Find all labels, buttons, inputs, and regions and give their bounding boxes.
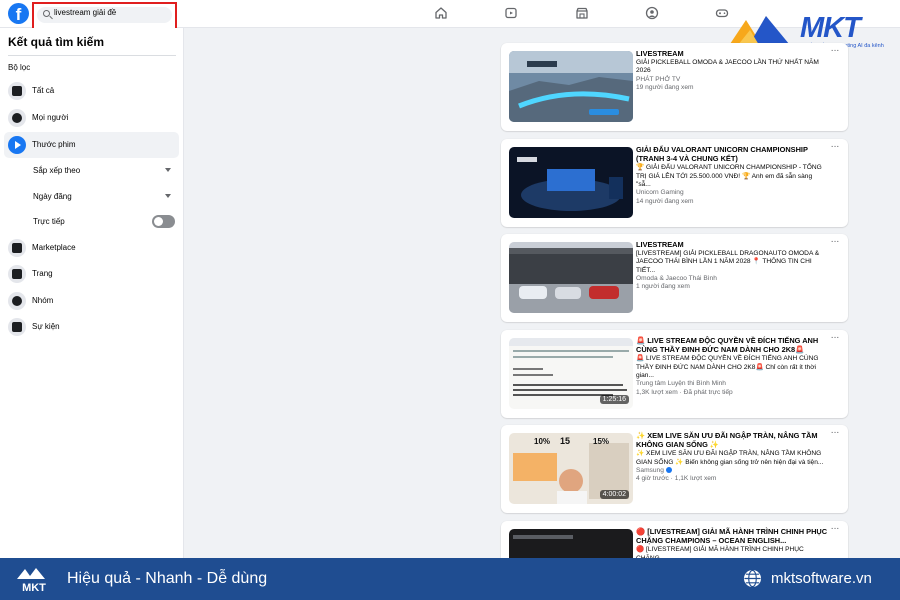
sidebar-item-pages[interactable]: Trang bbox=[4, 261, 179, 287]
video-description: GIẢI PICKLEBALL OMODA & JAECOO LẦN THỨ N… bbox=[636, 58, 819, 75]
more-options-button[interactable]: ··· bbox=[831, 45, 840, 56]
video-channel[interactable]: Samsung bbox=[636, 467, 664, 474]
video-play-icon bbox=[8, 136, 26, 154]
live-filter-label: Trực tiếp bbox=[33, 217, 65, 226]
globe-icon bbox=[743, 569, 762, 588]
sidebar-item-label: Tất cả bbox=[32, 86, 55, 95]
people-icon bbox=[8, 109, 26, 127]
video-thumbnail[interactable] bbox=[509, 242, 633, 313]
video-thumbnail[interactable]: 1:25:16 bbox=[509, 338, 633, 409]
sidebar-item-label: Mọi người bbox=[32, 113, 69, 122]
video-channel[interactable]: Trung tâm Luyện thi Bình Minh bbox=[636, 380, 828, 388]
video-duration: 1:25:16 bbox=[599, 395, 629, 404]
video-info: 🚨 LIVE STREAM ĐỘC QUYỀN VỀ ĐÍCH TIẾNG AN… bbox=[636, 336, 828, 397]
shop-icon bbox=[8, 239, 26, 257]
sidebar-item-people[interactable]: Mọi người bbox=[4, 105, 179, 131]
video-thumbnail[interactable] bbox=[509, 51, 633, 122]
sort-by-dropdown[interactable]: Sắp xếp theo bbox=[33, 161, 175, 181]
video-description: 🚨 LIVE STREAM ĐỘC QUYỀN VỀ ĐÍCH TIẾNG AN… bbox=[636, 355, 819, 379]
video-description: ✨ XEM LIVE SĂN ƯU ĐÃI NGẬP TRÀN, NÂNG TẦ… bbox=[636, 450, 824, 466]
sidebar-title: Kết quả tìm kiếm bbox=[8, 35, 105, 49]
sidebar-divider bbox=[8, 55, 176, 56]
video-thumbnail[interactable] bbox=[509, 147, 633, 218]
group-icon bbox=[8, 292, 26, 310]
video-result-card[interactable]: LIVESTREAM GIẢI PICKLEBALL OMODA & JAECO… bbox=[501, 43, 848, 131]
video-thumbnail[interactable]: 10% 15 15% 4:00:02 bbox=[509, 433, 633, 504]
flag-icon bbox=[8, 265, 26, 283]
home-icon[interactable] bbox=[434, 6, 448, 20]
more-options-button[interactable]: ··· bbox=[831, 332, 840, 343]
search-highlight-box: livestream giải đề bbox=[32, 2, 177, 31]
live-filter-row: Trực tiếp bbox=[33, 212, 175, 232]
video-info: LIVESTREAM [LIVESTREAM] GIẢI PICKLEBALL … bbox=[636, 240, 828, 292]
sidebar-item-marketplace[interactable]: Marketplace bbox=[4, 235, 179, 261]
date-posted-label: Ngày đăng bbox=[33, 192, 72, 201]
thumb-discount-mid: 15 bbox=[560, 436, 571, 446]
video-channel[interactable]: Omoda & Jaecoo Thái Bình bbox=[636, 275, 828, 283]
video-result-card[interactable]: 10% 15 15% 4:00:02 ✨ XEM LIVE SĂN ƯU ĐÃI… bbox=[501, 425, 848, 513]
video-channel-row[interactable]: Samsung bbox=[636, 466, 828, 475]
video-result-card[interactable]: 1:25:16 🚨 LIVE STREAM ĐỘC QUYỀN VỀ ĐÍCH … bbox=[501, 330, 848, 418]
video-info: LIVESTREAM GIẢI PICKLEBALL OMODA & JAECO… bbox=[636, 49, 828, 92]
thumb-discount-left: 10% bbox=[534, 437, 551, 446]
video-result-card[interactable]: LIVESTREAM [LIVESTREAM] GIẢI PICKLEBALL … bbox=[501, 234, 848, 322]
marketplace-icon[interactable] bbox=[575, 6, 589, 20]
calendar-icon bbox=[8, 318, 26, 336]
filters-heading: Bộ lọc bbox=[8, 63, 31, 72]
sidebar-item-events[interactable]: Sự kiện bbox=[4, 314, 179, 340]
search-results-sidebar: Kết quả tìm kiếm Bộ lọc Tất cả Mọi người… bbox=[0, 28, 184, 558]
video-title[interactable]: 🚨 LIVE STREAM ĐỘC QUYỀN VỀ ĐÍCH TIẾNG AN… bbox=[636, 336, 828, 355]
video-stats: 19 người đang xem bbox=[636, 84, 694, 92]
more-options-button[interactable]: ··· bbox=[831, 523, 840, 534]
mkt-brand-name: MKT bbox=[800, 12, 861, 44]
video-title[interactable]: 🔴 [LIVESTREAM] GIẢI MÃ HÀNH TRÌNH CHINH … bbox=[636, 527, 828, 546]
video-channel[interactable]: Unicorn Gaming bbox=[636, 189, 828, 197]
video-title[interactable]: LIVESTREAM bbox=[636, 240, 828, 249]
footer-slogan: Hiệu quả - Nhanh - Dễ dùng bbox=[67, 570, 268, 587]
mkt-footer-logo-text: MKT bbox=[22, 582, 46, 593]
search-icon bbox=[43, 10, 50, 17]
facebook-logo-icon[interactable]: f bbox=[8, 3, 29, 24]
video-description: [LIVESTREAM] GIẢI PICKLEBALL DRAGONAUTO … bbox=[636, 249, 820, 274]
sidebar-item-label: Trang bbox=[32, 269, 53, 278]
footer-website-link[interactable]: mktsoftware.vn bbox=[771, 570, 872, 587]
video-title[interactable]: LIVESTREAM bbox=[636, 49, 828, 58]
search-query-text: livestream giải đề bbox=[54, 8, 117, 17]
video-info: ✨ XEM LIVE SĂN ƯU ĐÃI NGẬP TRÀN, NÂNG TẦ… bbox=[636, 431, 828, 484]
live-toggle-switch[interactable] bbox=[152, 215, 175, 228]
video-title[interactable]: GIẢI ĐẤU VALORANT UNICORN CHAMPIONSHIP (… bbox=[636, 145, 828, 164]
video-stats: 1 người đang xem bbox=[636, 283, 690, 291]
sidebar-item-label: Sự kiện bbox=[32, 322, 60, 331]
date-posted-dropdown[interactable]: Ngày đăng bbox=[33, 187, 175, 207]
chevron-down-icon bbox=[165, 168, 171, 172]
sort-by-label: Sắp xếp theo bbox=[33, 166, 81, 175]
sidebar-item-label: Nhóm bbox=[32, 296, 54, 305]
video-stats: 1,3K lượt xem · Đã phát trực tiếp bbox=[636, 388, 733, 396]
video-channel[interactable]: PHÁT PHỞ TV bbox=[636, 76, 828, 84]
more-options-button[interactable]: ··· bbox=[831, 141, 840, 152]
sidebar-item-all[interactable]: Tất cả bbox=[4, 78, 179, 104]
mkt-footer-logo-icon: MKT bbox=[17, 568, 46, 593]
grid-icon bbox=[8, 82, 26, 100]
thumb-discount-right: 15% bbox=[593, 437, 610, 446]
video-stats: 14 người đang xem bbox=[636, 197, 694, 205]
video-description: 🏆 GIẢI ĐẤU VALORANT UNICORN CHAMPIONSHIP… bbox=[636, 164, 822, 188]
promo-footer-banner: MKT Hiệu quả - Nhanh - Dễ dùng mktsoftwa… bbox=[0, 558, 900, 600]
sidebar-item-label: Thước phim bbox=[32, 140, 76, 149]
video-result-card[interactable]: GIẢI ĐẤU VALORANT UNICORN CHAMPIONSHIP (… bbox=[501, 139, 848, 227]
verified-badge-icon bbox=[665, 466, 672, 473]
search-input[interactable]: livestream giải đề bbox=[37, 7, 172, 23]
more-options-button[interactable]: ··· bbox=[831, 236, 840, 247]
sidebar-item-label: Marketplace bbox=[32, 243, 76, 252]
groups-icon[interactable] bbox=[645, 6, 659, 20]
sidebar-item-groups[interactable]: Nhóm bbox=[4, 288, 179, 314]
video-stats: 4 giờ trước · 1,1K lượt xem bbox=[636, 475, 717, 483]
video-title[interactable]: ✨ XEM LIVE SĂN ƯU ĐÃI NGẬP TRÀN, NÂNG TẦ… bbox=[636, 431, 828, 450]
chevron-down-icon bbox=[165, 194, 171, 198]
sidebar-item-videos[interactable]: Thước phim bbox=[4, 132, 179, 158]
video-duration: 4:00:02 bbox=[599, 490, 629, 499]
more-options-button[interactable]: ··· bbox=[831, 427, 840, 438]
video-icon[interactable] bbox=[504, 6, 518, 20]
video-info: GIẢI ĐẤU VALORANT UNICORN CHAMPIONSHIP (… bbox=[636, 145, 828, 206]
